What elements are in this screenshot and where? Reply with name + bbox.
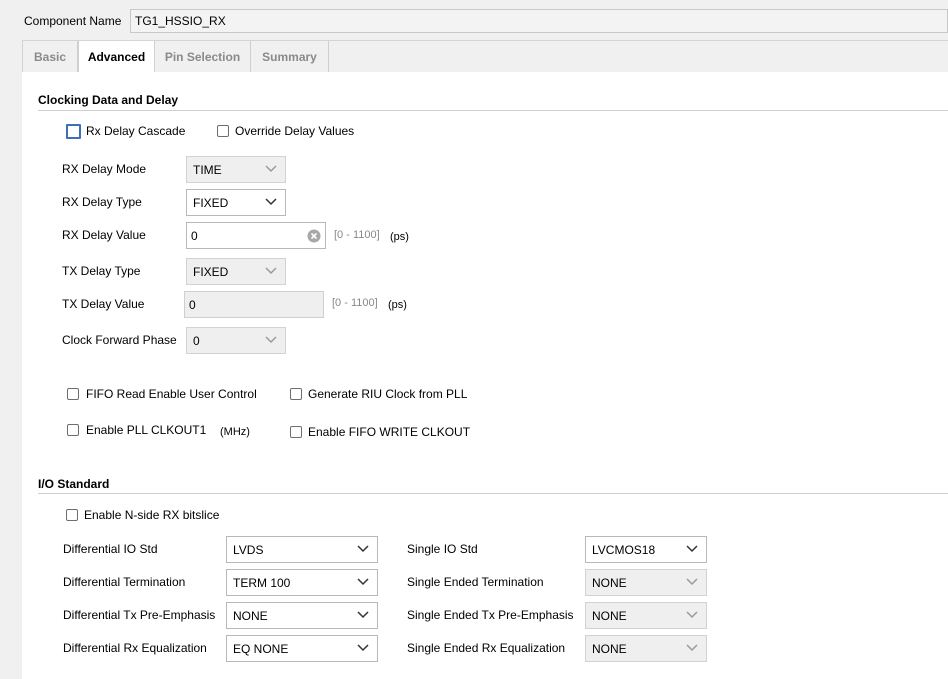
chevron-down-icon xyxy=(265,336,277,344)
diff-term-value: TERM 100 xyxy=(233,576,291,590)
single-io-std-label: Single IO Std xyxy=(407,542,478,556)
override-delay-values-label: Override Delay Values xyxy=(235,124,355,138)
tab-advanced[interactable]: Advanced xyxy=(78,41,155,74)
single-tx-pre-label: Single Ended Tx Pre-Emphasis xyxy=(407,608,574,622)
clock-forward-phase-value: 0 xyxy=(193,334,200,348)
diff-tx-pre-value: NONE xyxy=(233,609,268,623)
single-rx-eq-value: NONE xyxy=(592,642,627,656)
rx-delay-mode-value: TIME xyxy=(193,163,222,177)
rx-delay-mode-select[interactable]: TIME xyxy=(186,156,286,183)
rx-delay-value: 0 xyxy=(191,229,198,243)
tx-delay-value: 0 xyxy=(189,298,196,312)
diff-rx-eq-value: EQ NONE xyxy=(233,642,289,656)
single-io-std-select[interactable]: LVCMOS18 xyxy=(585,536,707,563)
diff-tx-pre-select[interactable]: NONE xyxy=(226,602,378,629)
enable-pll-clkout1-label: Enable PLL CLKOUT1 xyxy=(86,423,207,437)
single-io-std-value: LVCMOS18 xyxy=(592,543,656,557)
rx-delay-unit: (ps) xyxy=(390,231,409,243)
chevron-down-icon xyxy=(686,611,698,619)
clear-icon[interactable] xyxy=(307,229,321,243)
chevron-down-icon xyxy=(265,165,277,173)
chevron-down-icon xyxy=(686,545,698,553)
chevron-down-icon xyxy=(686,578,698,586)
enable-fifo-write-clkout-checkbox[interactable] xyxy=(290,426,302,438)
rx-delay-type-select[interactable]: FIXED xyxy=(186,189,286,216)
io-standard-section-title: I/O Standard xyxy=(38,477,110,491)
rx-delay-type-value: FIXED xyxy=(193,196,229,210)
tab-bar: Basic Advanced Pin Selection Summary xyxy=(22,40,948,74)
clocking-section-title: Clocking Data and Delay xyxy=(38,93,179,107)
clock-forward-phase-label: Clock Forward Phase xyxy=(62,333,177,347)
single-tx-pre-value: NONE xyxy=(592,609,627,623)
tx-delay-type-value: FIXED xyxy=(193,265,229,279)
fifo-read-enable-checkbox[interactable] xyxy=(67,388,79,400)
generate-riu-clock-label: Generate RIU Clock from PLL xyxy=(308,387,468,401)
tx-delay-value-input[interactable]: 0 xyxy=(184,291,324,318)
enable-nside-checkbox[interactable] xyxy=(66,509,78,521)
chevron-down-icon xyxy=(265,198,277,206)
tab-basic[interactable]: Basic xyxy=(23,41,78,74)
chevron-down-icon xyxy=(357,545,369,553)
single-term-value: NONE xyxy=(592,576,627,590)
single-term-select[interactable]: NONE xyxy=(585,569,707,596)
chevron-down-icon xyxy=(357,644,369,652)
diff-rx-eq-select[interactable]: EQ NONE xyxy=(226,635,378,662)
tab-pin-selection[interactable]: Pin Selection xyxy=(155,41,251,74)
chevron-down-icon xyxy=(265,267,277,275)
tx-delay-range: [0 - 1100] xyxy=(332,297,378,309)
single-rx-eq-label: Single Ended Rx Equalization xyxy=(407,641,566,655)
diff-term-select[interactable]: TERM 100 xyxy=(226,569,378,596)
generate-riu-clock-checkbox[interactable] xyxy=(290,388,302,400)
diff-term-label: Differential Termination xyxy=(63,575,186,589)
chevron-down-icon xyxy=(357,578,369,586)
rx-delay-range: [0 - 1100] xyxy=(334,229,380,241)
diff-io-std-label: Differential IO Std xyxy=(63,542,158,556)
tx-delay-type-select[interactable]: FIXED xyxy=(186,258,286,285)
single-term-label: Single Ended Termination xyxy=(407,575,544,589)
chevron-down-icon xyxy=(686,644,698,652)
enable-fifo-write-clkout-label: Enable FIFO WRITE CLKOUT xyxy=(308,425,471,439)
chevron-down-icon xyxy=(357,611,369,619)
rx-delay-mode-label: RX Delay Mode xyxy=(62,162,147,176)
enable-nside-label: Enable N-side RX bitslice xyxy=(84,508,220,522)
diff-tx-pre-label: Differential Tx Pre-Emphasis xyxy=(63,608,216,622)
section-divider xyxy=(38,110,948,111)
component-name-input[interactable]: TG1_HSSIO_RX xyxy=(130,9,948,33)
rx-delay-value-label: RX Delay Value xyxy=(62,228,146,242)
section-divider xyxy=(38,493,948,494)
rx-delay-cascade-label: Rx Delay Cascade xyxy=(86,124,186,138)
diff-io-std-select[interactable]: LVDS xyxy=(226,536,378,563)
fifo-read-enable-label: FIFO Read Enable User Control xyxy=(86,387,257,401)
override-delay-values-checkbox[interactable] xyxy=(217,125,229,137)
single-rx-eq-select[interactable]: NONE xyxy=(585,635,707,662)
rx-delay-cascade-checkbox[interactable] xyxy=(66,124,81,139)
component-name-label: Component Name xyxy=(24,14,122,28)
single-tx-pre-select[interactable]: NONE xyxy=(585,602,707,629)
clock-forward-phase-select[interactable]: 0 xyxy=(186,327,286,354)
tx-delay-unit: (ps) xyxy=(388,299,407,311)
tx-delay-type-label: TX Delay Type xyxy=(62,264,141,278)
diff-rx-eq-label: Differential Rx Equalization xyxy=(63,641,207,655)
diff-io-std-value: LVDS xyxy=(233,543,264,557)
rx-delay-value-input[interactable]: 0 xyxy=(186,222,326,249)
tab-summary[interactable]: Summary xyxy=(251,41,329,74)
rx-delay-type-label: RX Delay Type xyxy=(62,195,142,209)
tx-delay-value-label: TX Delay Value xyxy=(62,297,145,311)
enable-pll-clkout1-checkbox[interactable] xyxy=(67,424,79,436)
pll-unit: (MHz) xyxy=(220,426,250,438)
